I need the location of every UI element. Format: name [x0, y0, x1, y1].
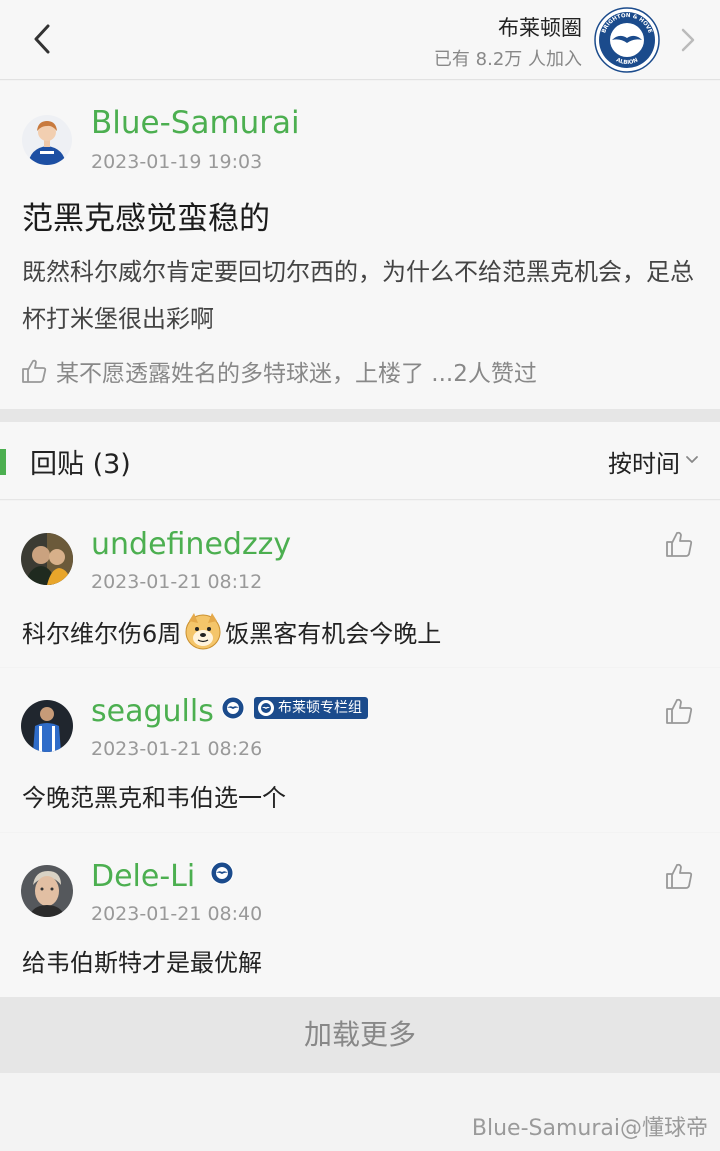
reply-body: 今晚范黑克和韦伯选一个 [22, 784, 286, 812]
load-more-button[interactable]: 加载更多 [0, 997, 720, 1073]
reply-item: Dele-Li 2023-01-21 08:40 给韦伯斯特才是最优解 [0, 833, 720, 997]
reply-time: 2023-01-21 08:12 [91, 571, 263, 593]
post-title: 范黑克感觉蛮稳的 [22, 201, 270, 237]
sort-dropdown[interactable]: 按时间 [608, 444, 680, 479]
reply-avatar[interactable] [21, 533, 73, 585]
watermark: Blue-Samurai@懂球帝 [471, 1116, 708, 1141]
back-arrow-icon[interactable] [22, 14, 66, 64]
club-badge-icon [221, 696, 245, 720]
replies-header: 回贴 (3) 按时间 [0, 422, 720, 500]
main-post: Blue-Samurai 2023-01-19 19:03 范黑克感觉蛮稳的 既… [0, 81, 720, 409]
reply-time: 2023-01-21 08:26 [91, 738, 263, 760]
reply-author[interactable]: seagulls [91, 694, 214, 729]
reply-author[interactable]: undefinedzzy [91, 527, 291, 562]
reply-body: 科尔维尔伤6周 饭黑客有机会今晚上 [22, 611, 441, 651]
thumbs-up-icon[interactable] [664, 696, 694, 726]
post-body: 既然科尔威尔肯定要回切尔西的，为什么不给范黑克机会，足总杯打米堡很出彩啊 [22, 258, 694, 333]
author-avatar[interactable] [22, 115, 72, 165]
column-badge-label: 布莱顿专栏组 [278, 700, 362, 716]
reply-avatar[interactable] [21, 700, 73, 752]
club-badge-icon [258, 700, 274, 716]
reply-avatar[interactable] [21, 865, 73, 917]
thumbs-up-icon [22, 359, 47, 383]
reply-time: 2023-01-21 08:40 [91, 903, 263, 925]
author-name[interactable]: Blue-Samurai [91, 105, 300, 141]
circle-name[interactable]: 布莱顿圈 [498, 12, 582, 42]
doge-emoji-icon [185, 613, 221, 650]
reply-body: 给韦伯斯特才是最优解 [22, 949, 262, 977]
thumbs-up-icon[interactable] [664, 861, 694, 891]
thumbs-up-icon[interactable] [664, 529, 694, 559]
column-group-badge: 布莱顿专栏组 [254, 697, 368, 719]
reply-text: 饭黑客有机会今晚上 [225, 619, 442, 648]
brighton-badge-icon[interactable]: BRIGHTON & HOVE ALBION [594, 7, 660, 73]
reply-item: undefinedzzy 2023-01-21 08:12 科尔维尔伤6周 饭黑… [0, 501, 720, 667]
reply-item: seagulls 布莱顿专栏组 2023-01-21 08:26 今晚范黑克和韦… [0, 668, 720, 832]
club-badge-icon [210, 861, 234, 885]
chevron-down-icon[interactable] [684, 452, 700, 468]
section-divider [0, 409, 720, 422]
chevron-right-icon[interactable] [676, 22, 700, 58]
replies-count-title: 回贴 (3) [30, 449, 131, 480]
reply-text: 科尔维尔伤6周 [22, 619, 182, 648]
likes-text: 某不愿透露姓名的多特球迷，上楼了 ...2人赞过 [56, 361, 537, 387]
likes-row[interactable]: 某不愿透露姓名的多特球迷，上楼了 ...2人赞过 [20, 354, 537, 388]
circle-member-count: 已有 8.2万 人加入 [433, 49, 582, 70]
reply-author[interactable]: Dele-Li [91, 859, 195, 894]
post-time: 2023-01-19 19:03 [91, 151, 263, 173]
top-bar: 布莱顿圈 已有 8.2万 人加入 BRIGHTON & HOVE ALBION [0, 0, 720, 80]
accent-bar [0, 449, 6, 475]
